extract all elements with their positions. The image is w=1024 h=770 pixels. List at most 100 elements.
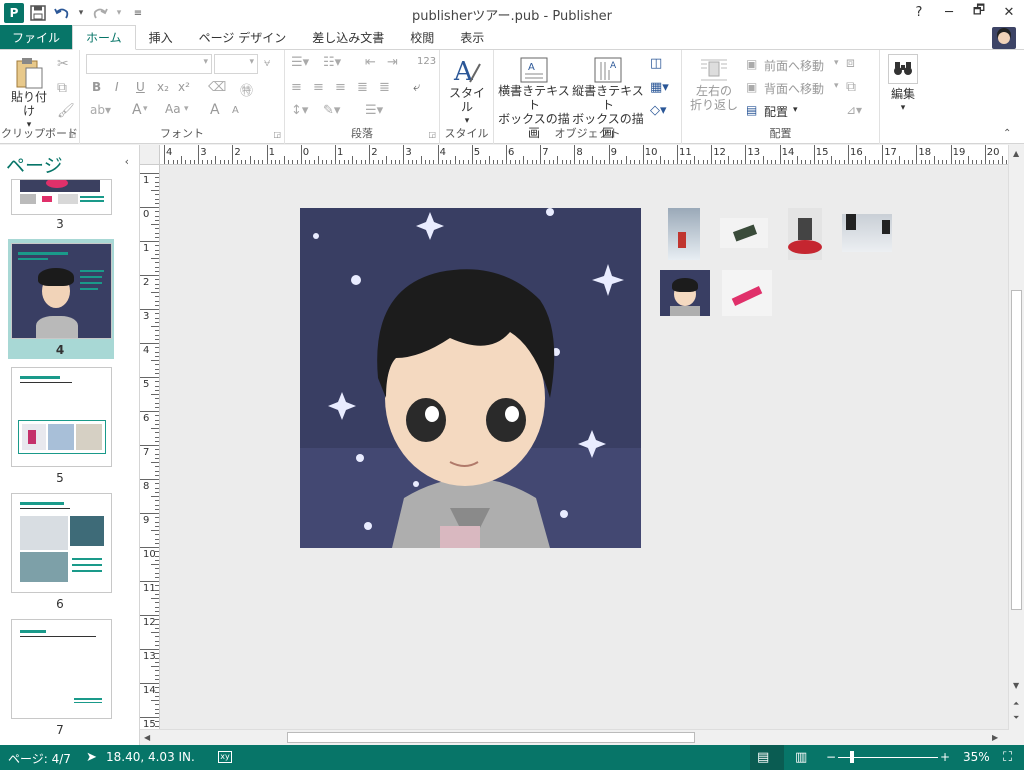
align-left-icon[interactable]: ≡: [291, 80, 302, 95]
horizontal-ruler[interactable]: 4 3 2 1 0 1 2 3 4 5 6 7 8 9 10 11 12 13 14 15 16 17 18 19 20: [160, 145, 1008, 165]
tab-file[interactable]: ファイル: [0, 25, 73, 49]
increase-indent-icon[interactable]: ⇥: [387, 55, 398, 70]
customize-qat-icon[interactable]: ≡: [128, 4, 148, 22]
send-backward-dropdown-icon[interactable]: ▾: [834, 81, 839, 91]
page-thumbnail-3[interactable]: [11, 179, 112, 215]
font-launcher-icon[interactable]: ◲: [273, 130, 281, 139]
font-color-clear-icon[interactable]: ⌫: [208, 80, 226, 95]
align-center-icon[interactable]: ≡: [313, 80, 324, 95]
typography-icon[interactable]: ㊕: [240, 80, 253, 99]
collapse-pane-icon[interactable]: ‹: [125, 155, 129, 168]
highlight-color-icon[interactable]: ab▾: [90, 103, 111, 117]
group-icon[interactable]: ⧈: [846, 55, 855, 71]
subscript-button[interactable]: x₂: [157, 80, 169, 94]
clear-format-icon[interactable]: ⩝: [264, 56, 270, 70]
change-case-button[interactable]: Aa: [165, 102, 181, 116]
redo-icon[interactable]: [90, 4, 110, 22]
vertical-scrollbar[interactable]: ▲ ▼ ⏶ ⏷: [1008, 145, 1024, 730]
redo-dropdown-icon[interactable]: ▾: [114, 4, 124, 22]
page-thumbnail-4[interactable]: [11, 243, 112, 339]
scratch-photo-snow-tube[interactable]: [788, 208, 822, 260]
align-right-icon[interactable]: ≡: [335, 80, 346, 95]
superscript-button[interactable]: x²: [178, 80, 190, 94]
tab-page-design[interactable]: ページ デザイン: [186, 25, 300, 49]
zoom-level[interactable]: 35%: [963, 750, 990, 764]
page-indicator[interactable]: ページ: 4/7: [8, 750, 71, 767]
undo-icon[interactable]: [52, 4, 72, 22]
bold-button[interactable]: B: [92, 80, 101, 94]
align-objects-button[interactable]: 配置: [764, 103, 788, 120]
grow-font-button[interactable]: A: [210, 102, 220, 118]
picture-placeholder-icon[interactable]: ◫: [650, 56, 662, 71]
tab-insert[interactable]: 挿入: [136, 25, 186, 49]
clipboard-launcher-icon[interactable]: ◲: [68, 130, 76, 139]
show-hide-icon[interactable]: ⤶: [413, 80, 420, 95]
vertical-ruler[interactable]: 1 0 1 2 3 4 5 6 7 8 9 10 11 12 13 14 15: [140, 165, 160, 730]
zoom-out-button[interactable]: −: [826, 750, 836, 764]
avatar[interactable]: [992, 27, 1016, 49]
tab-mailings[interactable]: 差し込み文書: [299, 25, 397, 49]
cut-icon[interactable]: ✂: [57, 56, 69, 72]
bullets-icon[interactable]: ☰▾: [291, 55, 309, 70]
wrap-text-button[interactable]: 左右の 折り返し: [686, 56, 742, 112]
scroll-down-icon[interactable]: ▼: [1013, 681, 1019, 690]
save-icon[interactable]: [28, 4, 48, 22]
line-spacing-icon[interactable]: ↕▾: [291, 103, 308, 118]
collapse-ribbon-icon[interactable]: ⌃: [1003, 128, 1011, 139]
previous-page-icon[interactable]: ⏶: [1013, 699, 1019, 709]
decrease-indent-icon[interactable]: ⇤: [365, 55, 376, 70]
table-icon[interactable]: ▦▾: [650, 80, 669, 95]
numbering-icon[interactable]: ☷▾: [323, 55, 341, 70]
vertical-scroll-thumb[interactable]: [1011, 290, 1022, 610]
next-page-icon[interactable]: ⏷: [1013, 713, 1019, 723]
two-page-spread-icon[interactable]: ▥: [795, 750, 807, 765]
scroll-right-icon[interactable]: ▶: [992, 733, 998, 742]
page-thumbnail-7[interactable]: [11, 619, 112, 719]
scratch-photo-ice-skates[interactable]: [842, 214, 892, 252]
rotate-icon[interactable]: ⊿▾: [846, 103, 862, 117]
shrink-font-button[interactable]: A: [232, 105, 239, 116]
columns-icon[interactable]: ☰▾: [365, 103, 383, 118]
bring-forward-dropdown-icon[interactable]: ▾: [834, 58, 839, 68]
send-backward-icon[interactable]: ▣: [746, 80, 757, 94]
send-backward-button[interactable]: 背面へ移動: [764, 80, 824, 97]
font-size-select[interactable]: [214, 54, 258, 74]
tab-view[interactable]: 表示: [447, 25, 497, 49]
tab-home[interactable]: ホーム: [72, 25, 136, 50]
paste-button[interactable]: 貼り付け ▾: [6, 56, 52, 132]
justify-icon[interactable]: ≣: [357, 80, 368, 95]
restore-button[interactable]: 🗗: [964, 0, 994, 24]
help-button[interactable]: ?: [904, 0, 934, 24]
selected-picture[interactable]: [300, 208, 641, 548]
font-color-button[interactable]: A: [132, 102, 142, 118]
horizontal-scroll-thumb[interactable]: [287, 732, 695, 743]
bring-forward-button[interactable]: 前面へ移動: [764, 57, 824, 74]
page-thumbnail-6[interactable]: [11, 493, 112, 593]
format-painter-icon[interactable]: 🖌: [57, 103, 75, 119]
underline-button[interactable]: U: [136, 80, 145, 94]
scroll-left-icon[interactable]: ◀: [144, 733, 150, 742]
tab-review[interactable]: 校閲: [397, 25, 447, 49]
scratch-photo-sledding[interactable]: [720, 218, 768, 248]
zoom-in-button[interactable]: +: [940, 750, 950, 764]
paragraph-spacing-icon[interactable]: ✎▾: [323, 103, 340, 118]
change-case-dropdown-icon[interactable]: ▾: [184, 104, 189, 114]
shapes-icon[interactable]: ◇▾: [650, 103, 667, 118]
distribute-icon[interactable]: ≣: [379, 80, 390, 95]
number-style-button[interactable]: 123: [417, 56, 436, 67]
align-dropdown-icon[interactable]: ▾: [793, 105, 798, 115]
italic-button[interactable]: I: [115, 80, 119, 94]
ungroup-icon[interactable]: ⧉: [846, 79, 856, 95]
align-objects-icon[interactable]: ▤: [746, 103, 757, 117]
scratch-photo-snow-jump[interactable]: [722, 270, 772, 316]
horizontal-scrollbar[interactable]: ◀ ▶: [140, 729, 1008, 745]
minimize-button[interactable]: ─: [934, 0, 964, 24]
undo-dropdown-icon[interactable]: ▾: [76, 4, 86, 22]
styles-button[interactable]: A スタイル ▾: [444, 56, 490, 128]
editing-button[interactable]: 編集 ▾: [884, 54, 922, 115]
scratch-photo-anime-boy[interactable]: [660, 270, 710, 316]
copy-icon[interactable]: ⧉: [57, 80, 67, 96]
fit-page-icon[interactable]: ⛶: [1003, 750, 1012, 765]
font-color-dropdown-icon[interactable]: ▾: [143, 104, 148, 114]
font-name-select[interactable]: [86, 54, 212, 74]
